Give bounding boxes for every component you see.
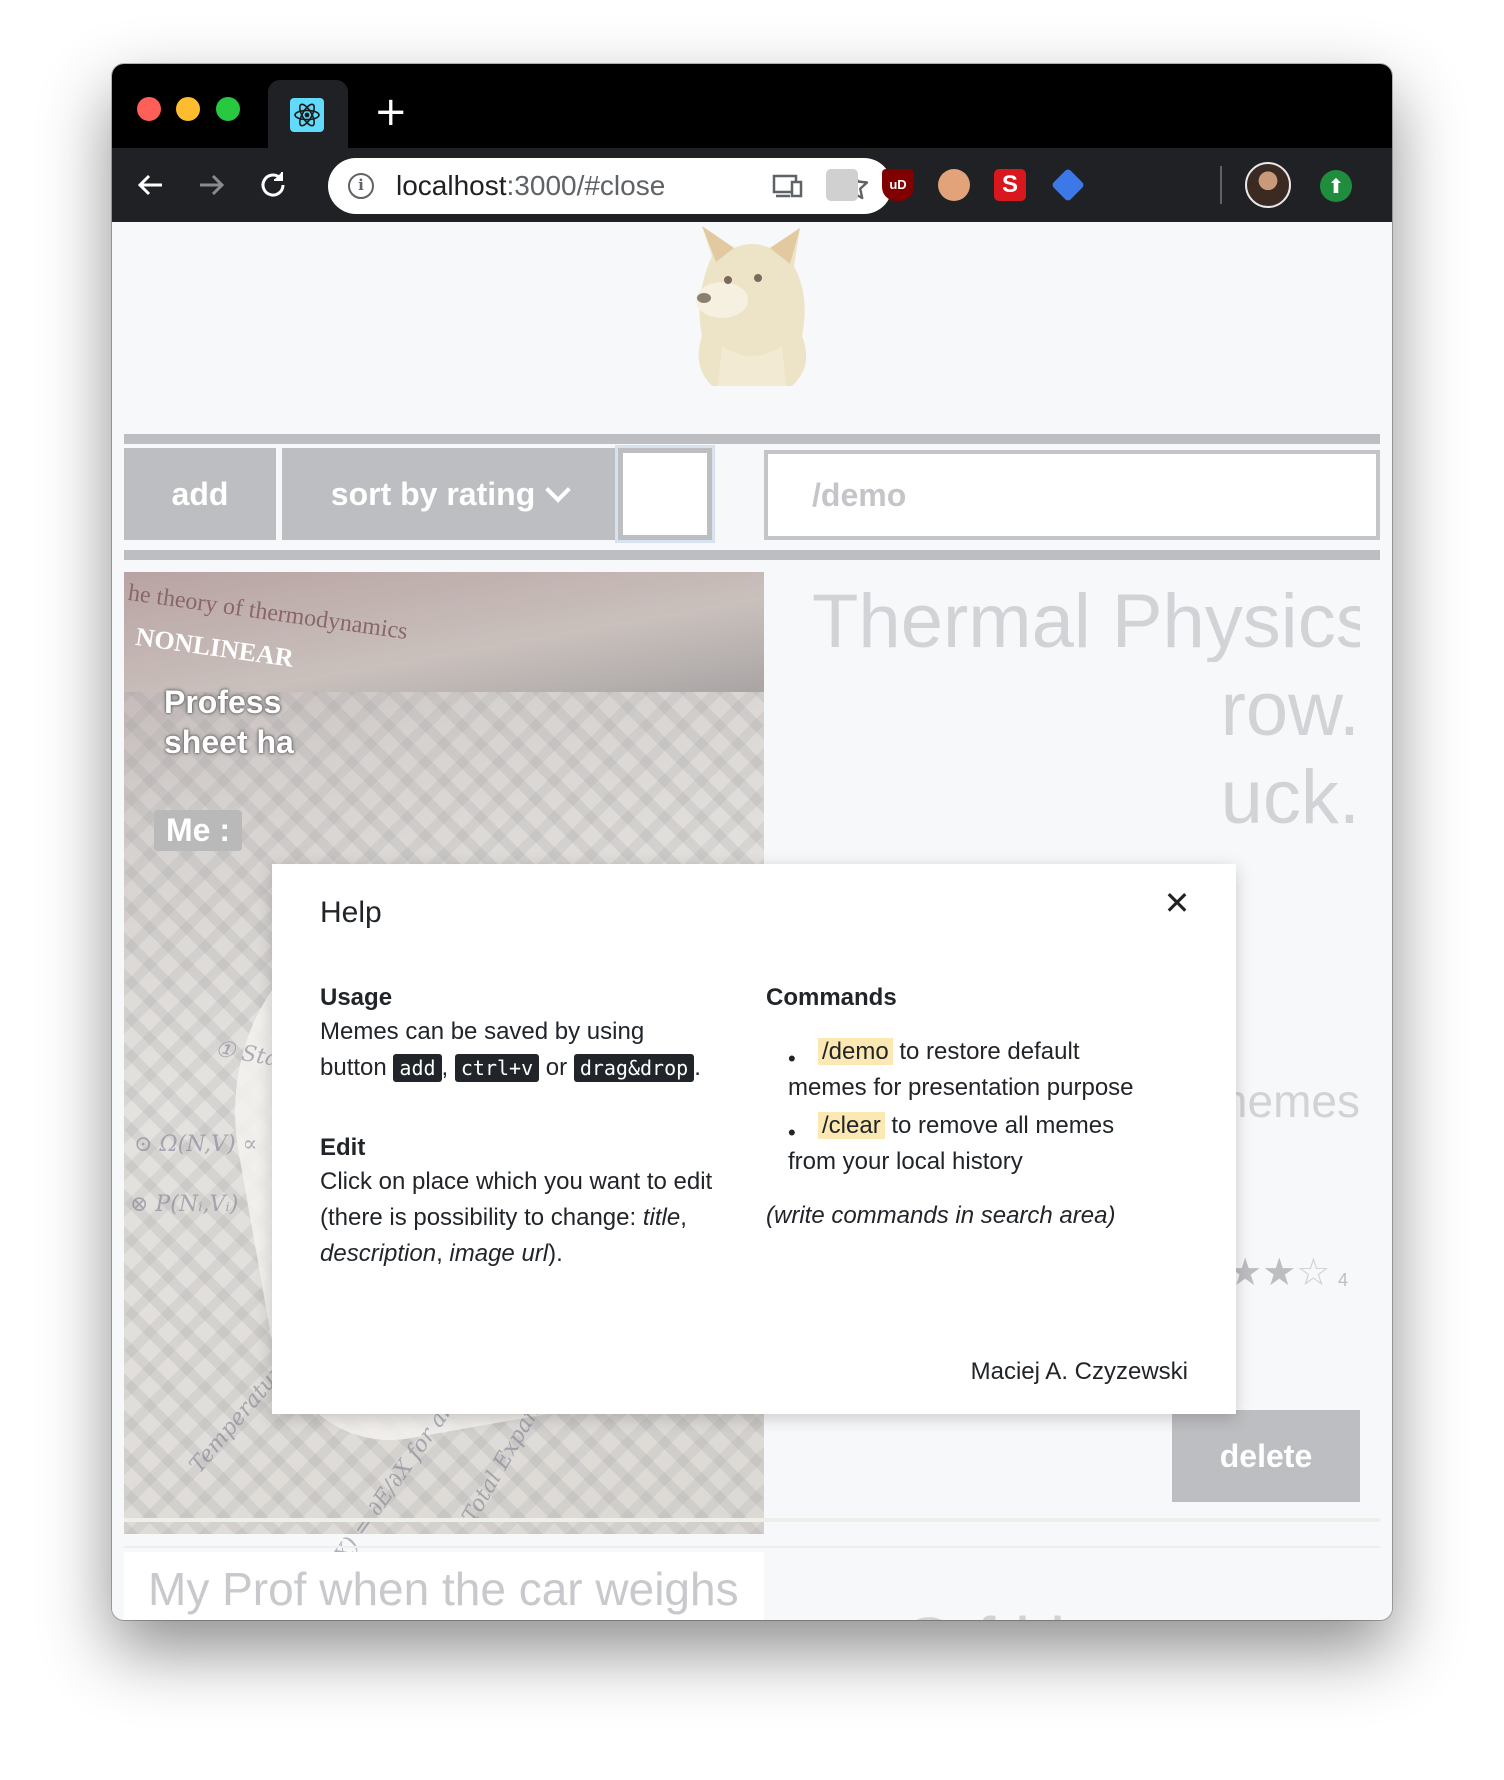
- update-arrow-icon[interactable]: ⬆: [1320, 170, 1352, 202]
- command-demo-cont: memes for presentation purpose: [788, 1074, 1134, 1101]
- star-filled-icon[interactable]: ★: [1262, 1250, 1296, 1294]
- maximize-window-button[interactable]: [216, 97, 240, 121]
- sort-label: sort by rating: [330, 476, 536, 512]
- usage-word: button: [320, 1054, 387, 1081]
- minimize-window-button[interactable]: [176, 97, 200, 121]
- filter-checkbox[interactable]: [618, 448, 712, 540]
- usage-or: or: [545, 1054, 568, 1081]
- command-clear-cont: from your local history: [788, 1148, 1023, 1175]
- command-desc: to restore default: [899, 1038, 1080, 1065]
- back-button[interactable]: [134, 168, 168, 202]
- edit-line: Click on place which you want to edit: [320, 1168, 713, 1195]
- modal-title: Help: [320, 896, 382, 929]
- header-divider: [124, 434, 1380, 444]
- meme-title-line-3[interactable]: uck.: [812, 758, 1360, 838]
- rating-count: 4: [1338, 1270, 1349, 1290]
- s-extension-icon[interactable]: S: [994, 169, 1026, 201]
- author-name: Maciej A. Czyzewski: [970, 1358, 1188, 1385]
- meme-caption-line: Profess: [164, 684, 282, 720]
- edit-line: description, image url).: [320, 1240, 563, 1267]
- edit-term: description: [320, 1240, 437, 1267]
- key-ctrlv: ctrl+v: [454, 1054, 540, 1082]
- search-input[interactable]: /demo: [764, 450, 1380, 540]
- url-path: :3000/#close: [506, 170, 666, 201]
- next-meme-title[interactable]: My Prof when the car weighs: [148, 1562, 739, 1616]
- sort-dropdown[interactable]: sort by rating: [282, 448, 616, 540]
- new-tab-button[interactable]: +: [374, 92, 408, 132]
- star-empty-icon[interactable]: ☆: [1296, 1250, 1330, 1294]
- title-bar: +: [112, 64, 1392, 148]
- command-clear: /clear to remove all memes: [818, 1108, 1198, 1144]
- usage-text: Memes can be saved by using button add, …: [320, 1014, 720, 1086]
- commands-heading: Commands: [766, 984, 897, 1011]
- key-drag: drag&drop: [573, 1054, 695, 1082]
- edit-term: title: [642, 1204, 681, 1231]
- meme-me-tag: Me :: [154, 810, 242, 851]
- bullet-icon: •: [788, 1046, 796, 1071]
- glasses-icon[interactable]: [938, 169, 970, 201]
- info-icon[interactable]: i: [348, 173, 374, 199]
- url-host: localhost: [396, 170, 507, 201]
- react-icon: [290, 98, 324, 132]
- command-demo: /demo to restore default: [818, 1034, 1198, 1070]
- card-divider: [124, 1546, 1380, 1548]
- browser-window: + i localhost:3000/#close uD S ⬆ add sor…: [112, 64, 1392, 1620]
- add-button[interactable]: add: [124, 448, 276, 540]
- scribble: ⊗ P(Nᵢ,Vᵢ): [130, 1192, 239, 1217]
- edit-term: image url: [449, 1240, 549, 1267]
- forward-arrow-icon: [200, 174, 225, 196]
- delete-button[interactable]: delete: [1172, 1410, 1360, 1502]
- graduation-cap-icon[interactable]: [1051, 168, 1085, 202]
- toolbar-divider: [1220, 166, 1222, 204]
- edit-word: (there is possibility to change:: [320, 1204, 637, 1231]
- ublock-icon[interactable]: uD: [882, 169, 914, 201]
- close-window-button[interactable]: [137, 97, 161, 121]
- edit-heading: Edit: [320, 1134, 366, 1161]
- device-icon[interactable]: [772, 172, 804, 200]
- usage-line: button add, ctrl+v or drag&drop.: [320, 1054, 701, 1082]
- meme-title[interactable]: Thermal Physics: [812, 582, 1360, 662]
- books-photo: [124, 572, 764, 692]
- meme-caption-line: sheet ha: [164, 724, 294, 760]
- forward-button[interactable]: [194, 168, 228, 202]
- edit-line: (there is possibility to change: title,: [320, 1204, 687, 1231]
- bullet-icon: •: [788, 1120, 796, 1145]
- profile-avatar[interactable]: [1245, 162, 1291, 208]
- key-add: add: [393, 1054, 442, 1082]
- command-demo-code: /demo: [818, 1038, 893, 1065]
- help-modal: Help ✕ Usage Memes can be saved by using…: [272, 864, 1236, 1414]
- address-bar[interactable]: i localhost:3000/#close: [328, 158, 892, 214]
- app-page: add sort by rating /demo he theory of th…: [112, 222, 1392, 1620]
- command-clear-code: /clear: [818, 1112, 885, 1139]
- briefcase-icon[interactable]: [826, 169, 858, 201]
- card-divider: [124, 1518, 1380, 1522]
- edit-text: Click on place which you want to edit (t…: [320, 1164, 740, 1272]
- back-arrow-icon: [137, 174, 162, 196]
- command-desc: to remove all memes: [891, 1112, 1115, 1139]
- doge-logo: [696, 226, 807, 386]
- reload-button[interactable]: [256, 168, 290, 202]
- chevron-down-icon: [545, 477, 571, 503]
- scribble: ⊙ Ω(N,V) ∝: [134, 1132, 258, 1157]
- controls-divider: [124, 550, 1380, 560]
- usage-heading: Usage: [320, 984, 393, 1011]
- usage-line: Memes can be saved by using: [320, 1018, 645, 1045]
- commands-note: (write commands in search area): [766, 1202, 1116, 1229]
- browser-tab[interactable]: [268, 80, 348, 148]
- close-icon[interactable]: ✕: [1162, 887, 1192, 919]
- browser-toolbar: i localhost:3000/#close uD S ⬆: [112, 148, 1392, 222]
- meme-title-line-2[interactable]: row.: [812, 670, 1360, 750]
- reload-icon: [261, 172, 285, 197]
- next-meme-right-title: O f i l: [902, 1602, 1065, 1620]
